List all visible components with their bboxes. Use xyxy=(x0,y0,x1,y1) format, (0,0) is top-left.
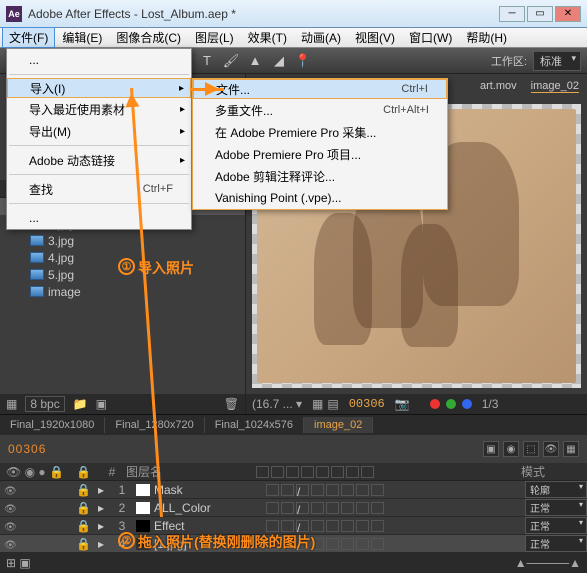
file-menu-dropdown: ... 导入(I) 导入最近使用素材 导出(M) Adobe 动态链接 查找 Ct… xyxy=(6,48,192,230)
text-tool-icon[interactable]: T xyxy=(198,52,216,70)
maximize-button[interactable]: ▭ xyxy=(527,6,553,22)
app-icon: Ae xyxy=(6,6,22,22)
green-channel-icon[interactable] xyxy=(446,399,456,409)
toggle-switches-icon[interactable]: ⊞ ▣ xyxy=(6,556,31,570)
tl-btn-5[interactable]: ▦ xyxy=(563,441,579,457)
eraser-tool-icon[interactable]: ◢ xyxy=(270,52,288,70)
tl-btn-1[interactable]: ▣ xyxy=(483,441,499,457)
resolution-dropdown[interactable]: 1/3 xyxy=(482,397,499,411)
project-item[interactable]: 4.jpg xyxy=(0,249,245,266)
project-item[interactable]: 5.jpg xyxy=(0,266,245,283)
viewer-timecode[interactable]: 00306 xyxy=(349,397,385,411)
tl-btn-2[interactable]: ◉ xyxy=(503,441,519,457)
timeline-tab-3[interactable]: image_02 xyxy=(304,417,373,433)
guides-icon[interactable]: ▤ xyxy=(327,397,338,411)
brush-tool-icon[interactable]: 🖌 xyxy=(222,52,240,70)
zoom-dropdown[interactable]: (16.7 ... ▾ xyxy=(252,397,302,411)
import-multi[interactable]: 多重文件... Ctrl+Alt+I xyxy=(193,99,447,121)
import-multi-label: 多重文件... xyxy=(215,102,273,119)
import-file-label: 文件... xyxy=(216,81,250,98)
col-mode: 模式 xyxy=(517,463,587,480)
menu-find-label: 查找 xyxy=(29,181,53,198)
new-comp-icon[interactable]: ▣ xyxy=(96,397,107,411)
import-vanishing-point[interactable]: Vanishing Point (.vpe)... xyxy=(193,187,447,209)
import-premiere-capture[interactable]: 在 Adobe Premiere Pro 采集... xyxy=(193,121,447,143)
minimize-button[interactable]: ─ xyxy=(499,6,525,22)
import-premiere-project[interactable]: Adobe Premiere Pro 项目... xyxy=(193,143,447,165)
menu-window[interactable]: 窗口(W) xyxy=(402,27,459,48)
menu-import[interactable]: 导入(I) xyxy=(7,78,191,98)
timeline-layer-row[interactable]: 🔒▸2ALL_Color/正常 xyxy=(0,499,587,517)
timeline-layer-row[interactable]: 🔒▸4[1.jpg]/正常 xyxy=(0,535,587,553)
import-submenu: 文件... Ctrl+I 多重文件... Ctrl+Alt+I 在 Adobe Pr… xyxy=(192,78,448,210)
menu-file[interactable]: 文件(F) xyxy=(2,27,55,48)
project-item[interactable]: image xyxy=(0,283,245,300)
bpc-button[interactable]: 8 bpc xyxy=(25,396,64,412)
viewer-tab-2[interactable]: image_02 xyxy=(531,80,579,93)
import-clipnotes[interactable]: Adobe 剪辑注释评论... xyxy=(193,165,447,187)
import-file-shortcut: Ctrl+I xyxy=(401,83,428,95)
timeline-tab-1[interactable]: Final_1280x720 xyxy=(105,417,204,433)
stamp-tool-icon[interactable]: ▲ xyxy=(246,52,264,70)
red-channel-icon[interactable] xyxy=(430,399,440,409)
menu-effect[interactable]: 效果(T) xyxy=(241,27,294,48)
menu-animation[interactable]: 动画(A) xyxy=(294,27,348,48)
menu-import-recent[interactable]: 导入最近使用素材 xyxy=(7,98,191,120)
grid-icon[interactable]: ▦ xyxy=(312,397,323,411)
menu-dots-2: ... xyxy=(7,207,191,229)
timeline-tab-2[interactable]: Final_1024x576 xyxy=(205,417,304,433)
project-item[interactable]: 3.jpg xyxy=(0,232,245,249)
trash-icon[interactable]: 🗑 xyxy=(224,397,239,411)
import-multi-shortcut: Ctrl+Alt+I xyxy=(383,104,429,116)
puppet-tool-icon[interactable]: 📍 xyxy=(294,52,312,70)
menubar: 文件(F) 编辑(E) 图像合成(C) 图层(L) 效果(T) 动画(A) 视图… xyxy=(0,28,587,48)
timeline-panel: Final_1920x1080 Final_1280x720 Final_102… xyxy=(0,414,587,573)
blue-channel-icon[interactable] xyxy=(462,399,472,409)
timeline-layer-row[interactable]: 🔒▸3Effect/正常 xyxy=(0,517,587,535)
menu-layer[interactable]: 图层(L) xyxy=(188,27,241,48)
new-folder-icon[interactable]: 📁 xyxy=(73,397,88,411)
menu-composition[interactable]: 图像合成(C) xyxy=(109,27,188,48)
col-index: # xyxy=(98,465,126,479)
workspace-label: 工作区: xyxy=(491,53,527,69)
timeline-tab-0[interactable]: Final_1920x1080 xyxy=(0,417,105,433)
viewer-tab-1[interactable]: art.mov xyxy=(480,80,517,92)
import-file[interactable]: 文件... Ctrl+I xyxy=(193,79,447,99)
tl-btn-3[interactable]: ⬚ xyxy=(523,441,539,457)
timeline-zoom-slider[interactable]: ▲─────▲ xyxy=(515,556,581,570)
timeline-layer-row[interactable]: 🔒▸1Mask/轮廓 xyxy=(0,481,587,499)
col-layer-name: 图层名 xyxy=(126,463,256,480)
window-title: Adobe After Effects - Lost_Album.aep * xyxy=(28,7,236,21)
close-button[interactable]: ✕ xyxy=(555,6,581,22)
snapshot-icon[interactable]: 📷 xyxy=(395,397,410,411)
menu-find[interactable]: 查找 Ctrl+F xyxy=(7,178,191,200)
workspace-dropdown[interactable]: 标准 xyxy=(533,51,581,71)
menu-dynamic-link[interactable]: Adobe 动态链接 xyxy=(7,149,191,171)
menu-dots: ... xyxy=(7,49,191,71)
menu-view[interactable]: 视图(V) xyxy=(348,27,402,48)
tl-btn-4[interactable]: 👁 xyxy=(543,441,559,457)
menu-edit[interactable]: 编辑(E) xyxy=(55,27,109,48)
interpret-icon[interactable]: ▦ xyxy=(6,397,17,411)
menu-find-shortcut: Ctrl+F xyxy=(143,183,173,195)
menu-export[interactable]: 导出(M) xyxy=(7,120,191,142)
current-timecode[interactable]: 00306 xyxy=(8,440,46,458)
menu-help[interactable]: 帮助(H) xyxy=(459,27,514,48)
